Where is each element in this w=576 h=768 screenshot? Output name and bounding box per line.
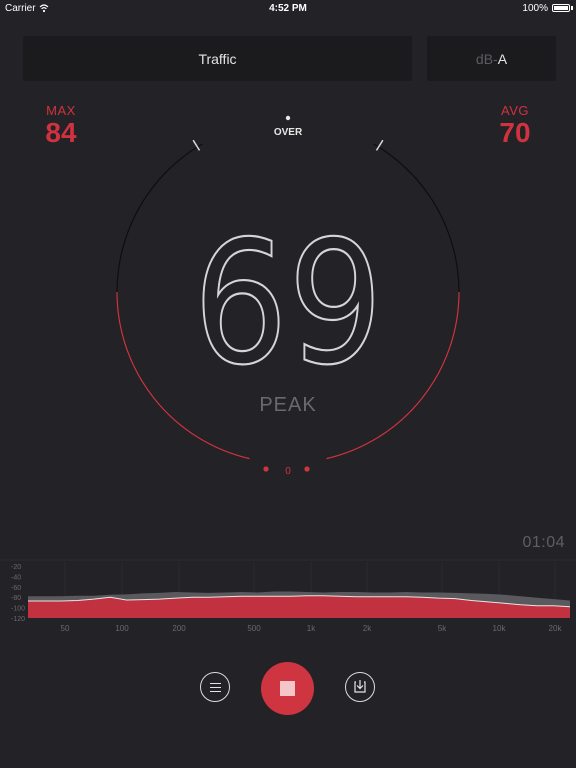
db-tick-label: -120 [11,616,25,623]
list-button[interactable] [200,672,230,702]
freq-tick-label: 20k [549,624,563,633]
freq-tick-label: 200 [172,624,186,633]
db-tick-label: -80 [11,595,21,602]
spectrum-chart: -20 -40 -60 -80 -100 -120 50 100 200 500 1k 2k 5k 10… [0,559,576,633]
db-tick-label: -20 [11,564,21,571]
list-icon [210,683,221,684]
freq-tick-label: 5k [438,624,447,633]
db-tick-label: -100 [11,606,25,613]
freq-tick-label: 100 [115,624,129,633]
db-tick-label: -60 [11,585,21,592]
freq-tick-label: 1k [307,624,316,633]
export-icon [354,680,366,693]
freq-tick-label: 50 [61,624,70,633]
db-tick-label: -40 [11,574,21,581]
freq-tick-label: 500 [247,624,261,633]
stop-icon [280,681,295,696]
export-button[interactable] [345,672,375,702]
freq-tick-label: 10k [493,624,507,633]
stop-button[interactable] [261,662,314,715]
freq-tick-label: 2k [363,624,372,633]
